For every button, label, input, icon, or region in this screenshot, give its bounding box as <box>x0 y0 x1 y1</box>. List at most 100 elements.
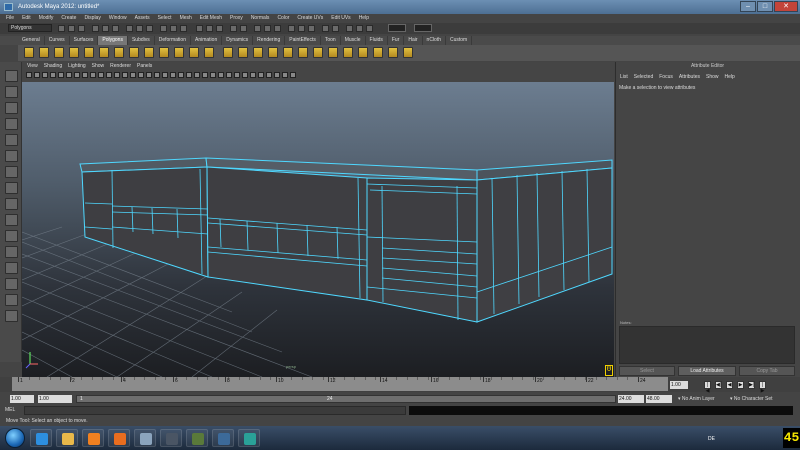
status-tool-icon[interactable] <box>102 25 109 32</box>
polygon-tool-icon[interactable] <box>69 47 79 58</box>
polygon-tool-icon[interactable] <box>403 47 413 58</box>
status-tool-icon[interactable] <box>126 25 133 32</box>
menu-edit[interactable]: Edit <box>22 14 31 23</box>
mel-command-input[interactable] <box>24 406 406 415</box>
polygon-tool-icon[interactable] <box>54 47 64 58</box>
shelf-tab-hair[interactable]: Hair <box>404 36 423 45</box>
panel-toolbar-icon[interactable] <box>50 72 56 78</box>
panel-toolbar-icon[interactable] <box>146 72 152 78</box>
taskbar-app[interactable] <box>238 429 260 447</box>
menu-normals[interactable]: Normals <box>251 14 270 23</box>
status-tool-icon[interactable] <box>68 25 75 32</box>
playback-end-field[interactable]: 24.00 <box>618 395 644 403</box>
panel-toolbar-icon[interactable] <box>90 72 96 78</box>
close-button[interactable]: ✕ <box>774 1 798 12</box>
status-tool-icon[interactable] <box>216 25 223 32</box>
polygon-tool-icon[interactable] <box>24 47 34 58</box>
polygon-tool-icon[interactable] <box>343 47 353 58</box>
status-tool-icon[interactable] <box>274 25 281 32</box>
status-tool-icon[interactable] <box>78 25 85 32</box>
select-button[interactable]: Select <box>619 366 675 376</box>
ae-menu-help[interactable]: Help <box>725 74 735 80</box>
playback-button[interactable]: ◀| <box>715 381 722 389</box>
status-tool-icon[interactable] <box>308 25 315 32</box>
taskbar-app[interactable] <box>134 429 156 447</box>
toolbox-tool-icon[interactable] <box>5 166 18 178</box>
status-tool-icon[interactable] <box>196 25 203 32</box>
status-tool-icon[interactable] <box>112 25 119 32</box>
shelf-tab-curves[interactable]: Curves <box>45 36 70 45</box>
minimize-button[interactable]: – <box>740 1 756 12</box>
polygon-tool-icon[interactable] <box>114 47 124 58</box>
taskbar-app[interactable] <box>108 429 130 447</box>
input-field-y[interactable] <box>414 24 432 32</box>
playback-button[interactable]: |▶ <box>759 381 766 394</box>
panel-toolbar-icon[interactable] <box>74 72 80 78</box>
menu-window[interactable]: Window <box>109 14 127 23</box>
panel-toolbar-icon[interactable] <box>122 72 128 78</box>
polygon-tool-icon[interactable] <box>174 47 184 58</box>
toolbox-tool-icon[interactable] <box>5 86 18 98</box>
panel-toolbar-icon[interactable] <box>234 72 240 78</box>
polygon-tool-icon[interactable] <box>253 47 263 58</box>
toolbox-tool-icon[interactable] <box>5 294 18 306</box>
shelf-tab-subdivs[interactable]: Subdivs <box>128 36 155 45</box>
toolbox-tool-icon[interactable] <box>5 198 18 210</box>
taskbar-app[interactable] <box>30 429 52 447</box>
polygon-tool-icon[interactable] <box>189 47 199 58</box>
panel-toolbar-icon[interactable] <box>66 72 72 78</box>
polygon-tool-icon[interactable] <box>328 47 338 58</box>
range-slider[interactable]: 1 24 <box>76 395 616 403</box>
character-set-dropdown[interactable]: ▾ No Character Set <box>730 396 773 402</box>
taskbar-app[interactable] <box>160 429 182 447</box>
shelf-tab-muscle[interactable]: Muscle <box>341 36 366 45</box>
toolbox-tool-icon[interactable] <box>5 70 18 82</box>
toolbox-tool-icon[interactable] <box>5 230 18 242</box>
toolbox-tool-icon[interactable] <box>5 182 18 194</box>
menu-create[interactable]: Create <box>61 14 76 23</box>
ae-menu-focus[interactable]: Focus <box>659 74 673 80</box>
status-tool-icon[interactable] <box>230 25 237 32</box>
panel-menu-shading[interactable]: Shading <box>44 62 62 70</box>
panel-menu-panels[interactable]: Panels <box>137 62 152 70</box>
menu-help[interactable]: Help <box>359 14 369 23</box>
panel-toolbar-icon[interactable] <box>186 72 192 78</box>
panel-toolbar-icon[interactable] <box>114 72 120 78</box>
panel-toolbar-icon[interactable] <box>290 72 296 78</box>
panel-menu-show[interactable]: Show <box>92 62 105 70</box>
notes-field[interactable] <box>619 326 795 364</box>
toolbox-tool-icon[interactable] <box>5 278 18 290</box>
taskbar-app[interactable] <box>212 429 234 447</box>
panel-menu-renderer[interactable]: Renderer <box>110 62 131 70</box>
status-tool-icon[interactable] <box>264 25 271 32</box>
polygon-tool-icon[interactable] <box>388 47 398 58</box>
shelf-tab-painteffects[interactable]: PaintEffects <box>285 36 321 45</box>
polygon-tool-icon[interactable] <box>313 47 323 58</box>
status-tool-icon[interactable] <box>254 25 261 32</box>
polygon-tool-icon[interactable] <box>238 47 248 58</box>
polygon-tool-icon[interactable] <box>283 47 293 58</box>
shelf-tab-fur[interactable]: Fur <box>388 36 405 45</box>
ae-menu-selected[interactable]: Selected <box>634 74 653 80</box>
taskbar-app[interactable] <box>82 429 104 447</box>
panel-toolbar-icon[interactable] <box>82 72 88 78</box>
panel-toolbar-icon[interactable] <box>250 72 256 78</box>
menu-color[interactable]: Color <box>277 14 289 23</box>
toolbox-tool-icon[interactable] <box>5 150 18 162</box>
shelf-tab-surfaces[interactable]: Surfaces <box>70 36 99 45</box>
panel-menu-lighting[interactable]: Lighting <box>68 62 86 70</box>
toolbox-tool-icon[interactable] <box>5 102 18 114</box>
load-attributes-button[interactable]: Load Attributes <box>678 366 736 376</box>
shelf-tab-rendering[interactable]: Rendering <box>253 36 286 45</box>
status-tool-icon[interactable] <box>366 25 373 32</box>
polygon-tool-icon[interactable] <box>39 47 49 58</box>
panel-toolbar-icon[interactable] <box>154 72 160 78</box>
playback-button[interactable]: |◀ <box>704 381 711 394</box>
shelf-tab-dynamics[interactable]: Dynamics <box>222 36 254 45</box>
ae-menu-attributes[interactable]: Attributes <box>679 74 700 80</box>
status-tool-icon[interactable] <box>356 25 363 32</box>
playback-start-field[interactable]: 1.00 <box>38 395 72 403</box>
polygon-tool-icon[interactable] <box>204 47 214 58</box>
toolbox-tool-icon[interactable] <box>5 310 18 322</box>
panel-toolbar-icon[interactable] <box>218 72 224 78</box>
